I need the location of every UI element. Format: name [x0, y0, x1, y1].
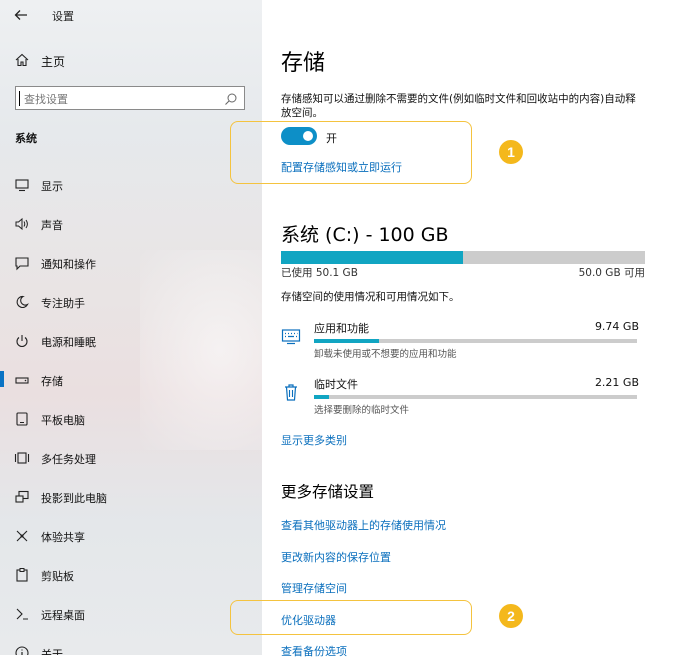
sidebar-item-project[interactable]: 投影到此电脑 — [0, 482, 262, 521]
category-name: 临时文件 — [314, 378, 358, 391]
info-icon — [14, 645, 30, 655]
sidebar-item-multitasking[interactable]: 多任务处理 — [0, 443, 262, 482]
drive-usage-fill — [281, 251, 464, 264]
sidebar-item-label: 剪贴板 — [41, 570, 74, 583]
category-size: 2.21 GB — [594, 376, 639, 389]
sidebar: 设置 主页 系统 显示 声音 通知和操作 专注助手 — [0, 0, 262, 655]
category-description: 选择要删除的临时文件 — [314, 405, 410, 416]
keyboard-icon — [281, 326, 301, 346]
sidebar-item-label: 关于 — [41, 648, 63, 655]
category-usage-fill — [314, 395, 329, 399]
sidebar-item-label: 多任务处理 — [41, 453, 96, 466]
manage-storage-spaces-link[interactable]: 管理存储空间 — [281, 580, 347, 596]
sidebar-item-clipboard[interactable]: 剪贴板 — [0, 560, 262, 599]
sidebar-item-label: 体验共享 — [41, 531, 85, 544]
drive-free-label: 50.0 GB 可用 — [578, 267, 645, 279]
more-storage-settings-title: 更多存储设置 — [281, 483, 375, 501]
sidebar-item-label: 显示 — [41, 180, 63, 193]
sidebar-item-label: 电源和睡眠 — [41, 336, 96, 349]
sidebar-item-home[interactable]: 主页 — [0, 48, 262, 74]
notification-icon — [14, 255, 30, 271]
home-icon — [14, 52, 30, 68]
storage-sense-toggle[interactable] — [281, 127, 317, 145]
window-title: 设置 — [52, 10, 74, 23]
sidebar-item-label: 存储 — [41, 375, 63, 388]
share-icon — [14, 528, 30, 544]
step-badge-2: 2 — [499, 604, 523, 628]
remote-icon — [14, 606, 30, 622]
speaker-icon — [14, 216, 30, 232]
sidebar-nav: 显示 声音 通知和操作 专注助手 电源和睡眠 存储 平板电脑 多任务处理 投影到… — [0, 170, 262, 655]
text-caret — [19, 91, 20, 106]
category-size: 9.74 GB — [594, 320, 639, 333]
trash-icon — [281, 382, 301, 402]
drive-usage-bar — [281, 251, 645, 264]
power-icon — [14, 333, 30, 349]
section-label: 系统 — [15, 132, 37, 145]
clipboard-icon — [14, 567, 30, 583]
view-other-drives-link[interactable]: 查看其他驱动器上的存储使用情况 — [281, 517, 446, 533]
moon-icon — [14, 294, 30, 310]
active-indicator — [0, 371, 4, 387]
sidebar-item-shared-experience[interactable]: 体验共享 — [0, 521, 262, 560]
main-content: 存储 存储感知可以通过删除不需要的文件(例如临时文件和回收站中的内容)自动释放空… — [230, 0, 699, 658]
sidebar-item-about[interactable]: 关于 — [0, 638, 262, 655]
step-badge-1: 1 — [499, 140, 523, 164]
category-temp-files[interactable]: 临时文件 2.21 GB 选择要删除的临时文件 — [281, 376, 641, 416]
search-icon[interactable] — [224, 91, 238, 105]
page-title: 存储 — [281, 51, 326, 76]
category-usage-fill — [314, 339, 379, 343]
sidebar-item-storage[interactable]: 存储 — [0, 365, 262, 404]
drive-title: 系统 (C:) - 100 GB — [281, 224, 449, 246]
sidebar-item-label: 主页 — [41, 55, 66, 69]
sidebar-item-label: 平板电脑 — [41, 414, 85, 427]
monitor-icon — [14, 177, 30, 193]
category-usage-bar — [314, 395, 637, 399]
drive-used-label: 已使用 50.1 GB — [281, 267, 358, 279]
search-input[interactable] — [22, 89, 216, 109]
toggle-knob — [303, 131, 313, 141]
category-description: 卸载未使用或不想要的应用和功能 — [314, 349, 457, 360]
sidebar-item-remote-desktop[interactable]: 远程桌面 — [0, 599, 262, 638]
change-save-location-link[interactable]: 更改新内容的保存位置 — [281, 549, 391, 565]
view-backup-options-link[interactable]: 查看备份选项 — [281, 643, 347, 659]
sidebar-item-notifications[interactable]: 通知和操作 — [0, 248, 262, 287]
sidebar-item-focus-assist[interactable]: 专注助手 — [0, 287, 262, 326]
sidebar-item-power[interactable]: 电源和睡眠 — [0, 326, 262, 365]
sidebar-item-label: 通知和操作 — [41, 258, 96, 271]
toggle-state-label: 开 — [326, 132, 337, 145]
highlight-box-2 — [230, 600, 472, 635]
sidebar-item-sound[interactable]: 声音 — [0, 209, 262, 248]
storage-sense-description: 存储感知可以通过删除不需要的文件(例如临时文件和回收站中的内容)自动释放空间。 — [281, 93, 636, 119]
tablet-icon — [14, 411, 30, 427]
sidebar-item-label: 专注助手 — [41, 297, 85, 310]
configure-storage-sense-link[interactable]: 配置存储感知或立即运行 — [281, 159, 402, 175]
sidebar-item-label: 远程桌面 — [41, 609, 85, 622]
search-box[interactable] — [15, 86, 245, 110]
sidebar-item-display[interactable]: 显示 — [0, 170, 262, 209]
sidebar-item-label: 声音 — [41, 219, 63, 232]
sidebar-item-label: 投影到此电脑 — [41, 492, 107, 505]
storage-icon — [14, 372, 30, 388]
multitask-icon — [14, 450, 30, 466]
optimize-drives-link[interactable]: 优化驱动器 — [281, 612, 336, 628]
sidebar-item-tablet[interactable]: 平板电脑 — [0, 404, 262, 443]
project-icon — [14, 489, 30, 505]
category-name: 应用和功能 — [314, 322, 369, 335]
show-more-categories-link[interactable]: 显示更多类别 — [281, 432, 347, 448]
category-usage-bar — [314, 339, 637, 343]
title-bar: 设置 — [0, 0, 262, 30]
drive-usage-note: 存储空间的使用情况和可用情况如下。 — [281, 291, 460, 303]
back-arrow-icon[interactable] — [10, 4, 32, 26]
category-apps-features[interactable]: 应用和功能 9.74 GB 卸载未使用或不想要的应用和功能 — [281, 320, 641, 360]
